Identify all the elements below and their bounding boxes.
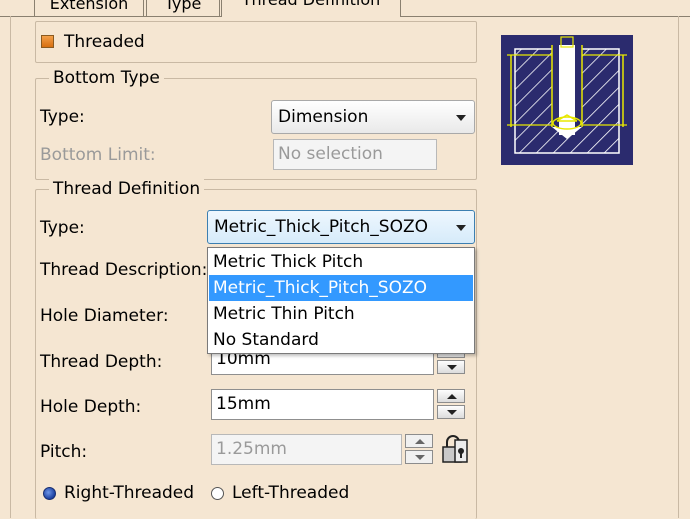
pitch-field[interactable]: 1.25mm — [211, 434, 402, 465]
dropdown-option-metric-thick-pitch-sozo[interactable]: Metric_Thick_Pitch_SOZO — [209, 275, 473, 301]
thread-preview-image — [501, 35, 633, 165]
tab-extension[interactable]: Extension — [34, 0, 144, 17]
pitch-value: 1.25mm — [216, 439, 287, 459]
bottom-type-legend: Bottom Type — [49, 68, 164, 88]
thread-depth-decrement[interactable] — [437, 360, 465, 374]
lock-icon[interactable] — [439, 434, 471, 466]
pitch-increment[interactable] — [405, 434, 433, 448]
hole-depth-field[interactable]: 15mm — [211, 389, 434, 420]
bottom-limit-label: Bottom Limit: — [40, 145, 156, 165]
threaded-checkbox[interactable] — [41, 35, 54, 48]
thread-depth-label: Thread Depth: — [40, 352, 163, 372]
dropdown-option-no-standard[interactable]: No Standard — [209, 327, 473, 353]
chevron-down-icon — [456, 115, 466, 121]
hole-depth-label: Hole Depth: — [40, 397, 142, 417]
thread-type-dropdown-list: Metric Thick Pitch Metric_Thick_Pitch_SO… — [207, 247, 475, 354]
thread-type-label: Type: — [40, 218, 85, 238]
bottom-type-select-value: Dimension — [278, 107, 369, 127]
thread-description-label: Thread Description: — [40, 260, 208, 280]
panel-left-border — [10, 16, 11, 518]
pitch-label: Pitch: — [40, 442, 88, 462]
hole-diameter-label: Hole Diameter: — [40, 306, 169, 326]
dropdown-option-metric-thick-pitch[interactable]: Metric Thick Pitch — [209, 249, 473, 275]
thread-definition-legend: Thread Definition — [49, 179, 205, 199]
bottom-type-select[interactable]: Dimension — [271, 100, 475, 134]
hole-depth-value: 15mm — [216, 394, 271, 414]
bottom-limit-value: No selection — [278, 144, 383, 164]
thread-type-select[interactable]: Metric_Thick_Pitch_SOZO — [207, 210, 475, 244]
panel-right-border — [678, 16, 679, 518]
tab-panel-border — [400, 16, 690, 17]
bottom-type-label: Type: — [40, 107, 85, 127]
tab-thread-definition[interactable]: Thread Definition — [221, 0, 401, 17]
left-threaded-label: Left-Threaded — [232, 483, 350, 503]
pitch-decrement[interactable] — [405, 450, 433, 464]
chevron-down-icon — [456, 225, 466, 231]
right-threaded-label: Right-Threaded — [64, 483, 195, 503]
threaded-label: Threaded — [64, 32, 145, 52]
tab-type[interactable]: Type — [146, 0, 220, 17]
hole-diagram-icon — [507, 36, 627, 154]
dropdown-option-metric-thin-pitch[interactable]: Metric Thin Pitch — [209, 301, 473, 327]
hole-depth-increment[interactable] — [437, 389, 465, 403]
hole-depth-decrement[interactable] — [437, 405, 465, 419]
thread-type-select-value: Metric_Thick_Pitch_SOZO — [214, 217, 429, 237]
left-threaded-radio[interactable] — [211, 487, 224, 500]
right-threaded-radio[interactable] — [43, 487, 56, 500]
pitch-spinner[interactable] — [405, 434, 435, 465]
tab-panel-border — [0, 16, 221, 17]
bottom-limit-field[interactable]: No selection — [273, 139, 437, 170]
hole-depth-spinner[interactable] — [437, 389, 467, 420]
